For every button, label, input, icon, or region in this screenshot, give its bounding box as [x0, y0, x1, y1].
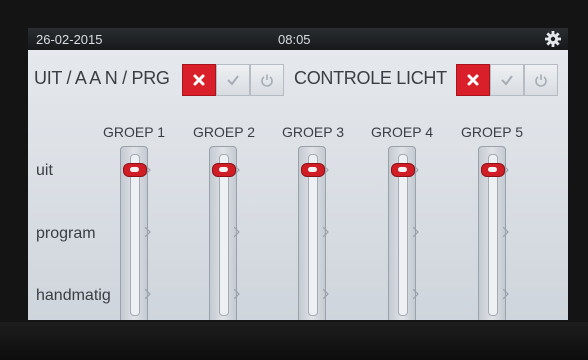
slider-thumb[interactable] [391, 163, 415, 177]
group-label-3: GROEP 3 [282, 124, 344, 140]
check-icon [501, 75, 513, 86]
mode-program-button[interactable] [250, 64, 284, 96]
touch-screen: 26-02-2015 08:05 UIT / A A N / PRG CONTR… [28, 28, 568, 320]
notch-icon [145, 289, 151, 299]
light-on-button[interactable] [490, 64, 524, 96]
position-label-handmatig: handmatig [36, 287, 111, 304]
notch-icon [145, 227, 151, 237]
group-slider-4[interactable] [388, 146, 419, 320]
group-label-4: GROEP 4 [371, 124, 433, 140]
group-slider-2[interactable] [209, 146, 240, 320]
slider-track [130, 154, 140, 316]
group-slider-5[interactable] [478, 146, 509, 320]
light-off-button[interactable] [456, 64, 490, 96]
slider-track [488, 154, 498, 316]
mode-off-button[interactable] [182, 64, 216, 96]
notch-icon [503, 289, 509, 299]
status-time: 08:05 [278, 32, 311, 47]
notch-icon [234, 227, 240, 237]
notch-icon [503, 227, 509, 237]
notch-icon [413, 289, 419, 299]
group-slider-1[interactable] [120, 146, 151, 320]
notch-icon [234, 289, 240, 299]
slider-track [308, 154, 318, 316]
position-label-program: program [36, 225, 96, 242]
position-label-uit: uit [36, 162, 53, 179]
power-icon [535, 74, 547, 87]
mode-control-label: UIT / A A N / PRG [34, 68, 170, 88]
mode-control: UIT / A A N / PRG [28, 64, 288, 96]
device-bezel [0, 322, 588, 360]
power-icon [261, 74, 273, 87]
notch-icon [413, 227, 419, 237]
slider-track [398, 154, 408, 316]
slider-thumb[interactable] [481, 163, 505, 177]
light-control: CONTROLE LICHT [288, 64, 568, 96]
slider-thumb[interactable] [123, 163, 147, 177]
gear-icon[interactable] [544, 30, 562, 48]
notch-icon [323, 289, 329, 299]
light-control-label: CONTROLE LICHT [294, 68, 447, 88]
group-slider-3[interactable] [298, 146, 329, 320]
slider-thumb[interactable] [212, 163, 236, 177]
mode-on-button[interactable] [216, 64, 250, 96]
group-label-1: GROEP 1 [103, 124, 165, 140]
check-icon [227, 75, 239, 86]
close-icon [193, 74, 205, 86]
status-date: 26-02-2015 [36, 32, 103, 47]
group-label-2: GROEP 2 [193, 124, 255, 140]
close-icon [467, 74, 479, 86]
group-label-5: GROEP 5 [461, 124, 523, 140]
light-program-button[interactable] [524, 64, 558, 96]
notch-icon [323, 227, 329, 237]
slider-track [219, 154, 229, 316]
slider-thumb[interactable] [301, 163, 325, 177]
status-bar: 26-02-2015 08:05 [28, 28, 568, 50]
